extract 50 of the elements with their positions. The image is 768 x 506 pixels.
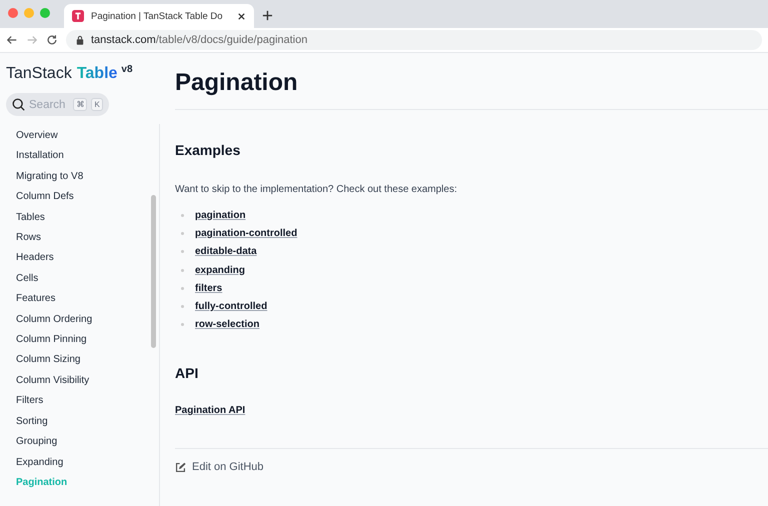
search-icon [12, 98, 25, 111]
sidebar-item[interactable]: Overview [16, 126, 159, 146]
lock-icon [76, 35, 84, 45]
sidebar-item[interactable]: Filters [16, 391, 159, 412]
keyboard-key: K [91, 98, 103, 111]
browser-tab[interactable]: Pagination | TanStack Table Do [64, 4, 254, 28]
favicon-icon [72, 10, 84, 22]
example-link[interactable]: fully-controlled [195, 301, 268, 312]
sidebar-item[interactable]: Tables [16, 208, 159, 228]
example-link[interactable]: editable-data [195, 246, 257, 258]
sidebar-item[interactable]: Column Pinning [16, 330, 159, 350]
sidebar-item[interactable]: Column Ordering [16, 310, 159, 330]
page-title: Pagination [175, 53, 768, 110]
example-link[interactable]: row-selection [195, 319, 260, 330]
sidebar-item[interactable]: Expanding [16, 452, 159, 473]
edit-icon [175, 462, 186, 473]
scrollbar-thumb[interactable] [151, 195, 156, 348]
back-icon[interactable] [6, 34, 18, 46]
sidebar-item[interactable]: Rows [16, 228, 159, 248]
sidebar-item[interactable]: Features [16, 289, 159, 310]
forward-icon[interactable] [26, 34, 38, 46]
sidebar-item[interactable]: Installation [16, 146, 159, 167]
example-link[interactable]: filters [195, 282, 222, 294]
sidebar-item[interactable]: Sorting [16, 412, 159, 432]
address-bar[interactable]: tanstack.com/table/v8/docs/guide/pagination [66, 30, 762, 50]
sidebar-item[interactable]: Headers [16, 248, 159, 269]
maximize-window-icon[interactable] [40, 8, 50, 18]
sidebar-item[interactable]: Column Sizing [16, 350, 159, 371]
close-window-icon[interactable] [8, 8, 18, 18]
sidebar-item[interactable]: Cells [16, 268, 159, 290]
sidebar-item[interactable]: Grouping [16, 432, 159, 452]
section-heading: API [175, 364, 200, 382]
new-tab-icon[interactable] [262, 10, 273, 21]
reload-icon[interactable] [46, 34, 58, 46]
api-link[interactable]: Pagination API [175, 405, 246, 416]
version-label: v8 [121, 64, 133, 75]
example-link[interactable]: expanding [195, 264, 246, 276]
section-heading: Examples [175, 141, 242, 158]
edit-on-github-link[interactable]: Edit on GitHub [192, 461, 264, 474]
sidebar-item[interactable]: Column Visibility [16, 370, 159, 392]
example-link[interactable]: pagination-controlled [195, 228, 298, 239]
search-field[interactable]: Search ⌘ K [6, 93, 109, 116]
minimize-window-icon[interactable] [24, 8, 34, 18]
sidebar-item[interactable]: Column Defs [16, 187, 159, 208]
sidebar-item[interactable]: Migrating to V8 [16, 166, 159, 188]
intro-text: Want to skip to the implementation? Check out these examples: [175, 184, 458, 195]
close-tab-icon[interactable] [237, 12, 246, 20]
keyboard-key: ⌘ [73, 98, 88, 111]
logo-brand-text: TanStack [6, 65, 72, 83]
example-link[interactable]: pagination [195, 210, 246, 221]
